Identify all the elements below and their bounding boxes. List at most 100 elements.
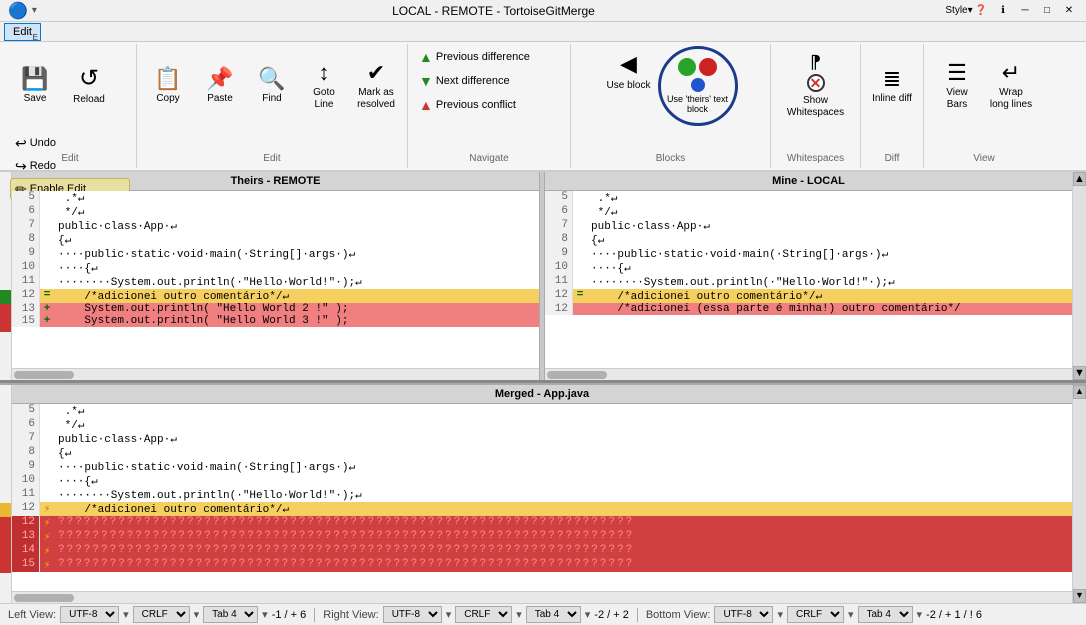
maximize-button[interactable]: □ bbox=[1038, 2, 1056, 20]
theirs-scroll-thumb[interactable] bbox=[14, 371, 74, 379]
merged-scrollbar-h[interactable] bbox=[12, 591, 1072, 603]
close-button[interactable]: ✕ bbox=[1060, 2, 1078, 20]
bottom-eol-dropdown[interactable]: CRLF bbox=[787, 606, 844, 623]
right-view-section: Right View: UTF-8 ▾ CRLF ▾ Tab 4 ▾ -2 / … bbox=[323, 606, 629, 623]
use-theirs-block-button[interactable]: Use 'theirs' text block bbox=[658, 46, 738, 126]
prev-conflict-icon: ▲ bbox=[419, 97, 433, 113]
left-eol-dropdown[interactable]: CRLF bbox=[133, 606, 190, 623]
toolbar-group-view: ☰ View Bars ↵ Wrap long lines View bbox=[924, 44, 1044, 168]
help-button[interactable]: ❓ bbox=[972, 2, 990, 20]
theirs-panel: Theirs - REMOTE 5 .*↵ 6 */↵ 7 public·cla… bbox=[12, 172, 539, 380]
whitespace-group-label: Whitespaces bbox=[771, 153, 860, 164]
inline-diff-button[interactable]: ≣ Inline diff bbox=[867, 46, 917, 126]
merged-scroll-up[interactable]: ▲ bbox=[1073, 385, 1086, 399]
left-tab-dropdown[interactable]: Tab 4 bbox=[203, 606, 258, 623]
window-title: LOCAL - REMOTE - TortoiseGitMerge bbox=[37, 4, 950, 18]
merged-line-7: 7 public·class·App·↵ bbox=[12, 432, 1072, 446]
goto-line-button[interactable]: ↕ Goto Line bbox=[299, 46, 349, 126]
use-left-block-button[interactable]: ◀ Use block bbox=[604, 46, 654, 126]
merged-right-scrollbar[interactable]: ▲ ▼ bbox=[1072, 385, 1086, 603]
dots-area bbox=[678, 58, 717, 76]
whitespace-buttons: ⁋ ✕ Show Whitespaces bbox=[791, 46, 841, 166]
prev-conflict-button[interactable]: ▲ Previous conflict bbox=[414, 94, 564, 116]
undo-button[interactable]: ↩ Undo bbox=[10, 132, 130, 154]
merged-line-12a: 12 ⚡ /*adicionei outro comentário*/↵ bbox=[12, 502, 1072, 516]
use-left-block-label: Use block bbox=[607, 80, 651, 91]
toolbar-group-edit: 📋 Copy 📌 Paste 🔍 Find ↕ Goto Line ✔ Mark… bbox=[137, 44, 408, 168]
toolbar-group-file: 💾 Save ↺ Reload ↩ Undo ↪ Redo ✏ bbox=[4, 44, 137, 168]
mine-line-11: 11 ········System.out.println(·"Hello·Wo… bbox=[545, 275, 1072, 289]
diff-buttons: ≣ Inline diff bbox=[867, 46, 917, 166]
mine-scroll-thumb[interactable] bbox=[547, 371, 607, 379]
scroll-up-arrow[interactable]: ▲ bbox=[1073, 172, 1086, 186]
mine-line-5: 5 .*↵ bbox=[545, 191, 1072, 205]
mark-resolved-button[interactable]: ✔ Mark as resolved bbox=[351, 46, 401, 126]
use-theirs-label: Use 'theirs' text block bbox=[661, 94, 735, 114]
theirs-line-12a: 12 = /*adicionei outro comentário*/↵ bbox=[12, 289, 539, 303]
next-diff-button[interactable]: ▼ Next difference bbox=[414, 70, 564, 92]
theirs-line-8: 8 {↵ bbox=[12, 233, 539, 247]
whitespace-x-icon: ✕ bbox=[807, 74, 825, 92]
menu-edit[interactable]: Edit E bbox=[4, 23, 41, 41]
merged-line-6: 6 */↵ bbox=[12, 418, 1072, 432]
use-left-block-icon: ◀ bbox=[620, 51, 637, 77]
right-encoding-dropdown[interactable]: UTF-8 bbox=[383, 606, 442, 623]
mine-line-6: 6 */↵ bbox=[545, 205, 1072, 219]
minimize-button[interactable]: ─ bbox=[1016, 2, 1034, 20]
mine-line-7: 7 public·class·App·↵ bbox=[545, 219, 1072, 233]
copy-label: Copy bbox=[156, 93, 179, 105]
scroll-down-arrow[interactable]: ▼ bbox=[1073, 366, 1086, 380]
red-dot bbox=[699, 58, 717, 76]
theirs-line-10: 10 ····{↵ bbox=[12, 261, 539, 275]
left-view-label: Left View: bbox=[8, 609, 56, 621]
merged-scroll-thumb[interactable] bbox=[14, 594, 74, 602]
whitespace-label: Show Whitespaces bbox=[787, 95, 844, 119]
paste-button[interactable]: 📌 Paste bbox=[195, 46, 245, 126]
right-eol-dropdown[interactable]: CRLF bbox=[455, 606, 512, 623]
app-icon-area: 🔵 ▾ bbox=[8, 1, 37, 21]
right-scrollbar[interactable]: ▲ ▼ bbox=[1072, 172, 1086, 380]
goto-icon: ↕ bbox=[319, 62, 330, 84]
merged-line-8: 8 {↵ bbox=[12, 446, 1072, 460]
edit-group2-label: Edit bbox=[137, 153, 407, 164]
copy-button[interactable]: 📋 Copy bbox=[143, 46, 193, 126]
bottom-encoding-dropdown[interactable]: UTF-8 bbox=[714, 606, 773, 623]
mine-scrollbar-h[interactable] bbox=[545, 368, 1072, 380]
mine-content[interactable]: 5 .*↵ 6 */↵ 7 public·class·App·↵ 8 bbox=[545, 191, 1072, 368]
theirs-content[interactable]: 5 .*↵ 6 */↵ 7 public·class·App·↵ 8 bbox=[12, 191, 539, 368]
show-whitespace-button[interactable]: ⁋ ✕ Show Whitespaces bbox=[791, 46, 841, 126]
reload-button[interactable]: ↺ Reload bbox=[64, 46, 114, 126]
window-controls[interactable]: Style ▾ ❓ ℹ ─ □ ✕ bbox=[950, 2, 1078, 20]
style-button[interactable]: Style ▾ bbox=[950, 2, 968, 20]
right-tab-dropdown[interactable]: Tab 4 bbox=[526, 606, 581, 623]
undo-label: Undo bbox=[30, 137, 56, 149]
find-button[interactable]: 🔍 Find bbox=[247, 46, 297, 126]
merged-conflict-sidebar bbox=[0, 385, 12, 603]
info-button[interactable]: ℹ bbox=[994, 2, 1012, 20]
paste-label: Paste bbox=[207, 93, 233, 105]
status-divider-2 bbox=[637, 608, 638, 622]
theirs-line-6: 6 */↵ bbox=[12, 205, 539, 219]
bottom-tab-dropdown[interactable]: Tab 4 bbox=[858, 606, 913, 623]
mine-header: Mine - LOCAL bbox=[545, 172, 1072, 191]
theirs-scrollbar-h[interactable] bbox=[12, 368, 539, 380]
merged-content[interactable]: 5 .*↵ 6 */↵ 7 public·class·App·↵ 8 bbox=[12, 404, 1072, 591]
view-bars-label: View Bars bbox=[935, 87, 979, 111]
prev-diff-button[interactable]: ▲ Previous difference bbox=[414, 46, 564, 68]
theirs-line-5: 5 .*↵ bbox=[12, 191, 539, 205]
find-label: Find bbox=[262, 93, 281, 105]
status-divider-1 bbox=[314, 608, 315, 622]
use-theirs-block-area: Use 'theirs' text block bbox=[658, 46, 738, 126]
merged-line-5: 5 .*↵ bbox=[12, 404, 1072, 418]
view-label: View bbox=[924, 153, 1044, 164]
bottom-pos: -2 / + 1 / ! 6 bbox=[926, 609, 982, 621]
mine-line-9: 9 ····public·static·void·main(·String[]·… bbox=[545, 247, 1072, 261]
undo-icon: ↩ bbox=[15, 135, 27, 152]
wrap-long-lines-button[interactable]: ↵ Wrap long lines bbox=[986, 46, 1036, 126]
save-button[interactable]: 💾 Save bbox=[10, 46, 60, 126]
merged-scroll-down[interactable]: ▼ bbox=[1073, 589, 1086, 603]
view-bars-button[interactable]: ☰ View Bars bbox=[932, 46, 982, 126]
left-encoding-dropdown[interactable]: UTF-8 bbox=[60, 606, 119, 623]
toolbar: 💾 Save ↺ Reload ↩ Undo ↪ Redo ✏ bbox=[0, 42, 1086, 172]
left-view-section: Left View: UTF-8 ▾ CRLF ▾ Tab 4 ▾ -1 / +… bbox=[8, 606, 306, 623]
